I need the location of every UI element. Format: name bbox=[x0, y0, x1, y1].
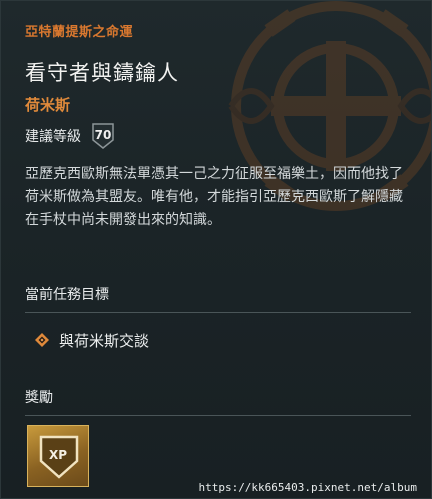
xp-reward-tile[interactable]: XP bbox=[27, 425, 89, 487]
level-badge: 70 bbox=[91, 122, 115, 150]
level-value: 70 bbox=[94, 128, 112, 142]
quest-detail-panel: 亞特蘭提斯之命運 看守者與鑄鑰人 荷米斯 建議等級 70 亞歷克西歐斯無法單憑其… bbox=[0, 0, 432, 499]
watermark: https://kk665403.pixnet.net/album bbox=[198, 481, 417, 494]
quest-description: 亞歷克西歐斯無法單憑其一己之力征服至福樂土，因而他找了荷米斯做為其盟友。唯有他，… bbox=[25, 166, 403, 228]
diamond-objective-icon bbox=[35, 333, 49, 347]
quest-giver: 荷米斯 bbox=[25, 96, 71, 114]
rewards-header: 獎勵 bbox=[25, 387, 411, 416]
objectives-header: 當前任務目標 bbox=[25, 284, 411, 313]
questline-title: 亞特蘭提斯之命運 bbox=[25, 25, 134, 40]
objective-label: 與荷米斯交談 bbox=[59, 331, 150, 350]
objective-item[interactable]: 與荷米斯交談 bbox=[35, 329, 149, 351]
recommended-level-row: 建議等級 70 bbox=[25, 123, 115, 149]
xp-label: XP bbox=[48, 448, 68, 462]
quest-title: 看守者與鑄鑰人 bbox=[25, 61, 179, 85]
recommended-level-label: 建議等級 bbox=[25, 129, 81, 145]
